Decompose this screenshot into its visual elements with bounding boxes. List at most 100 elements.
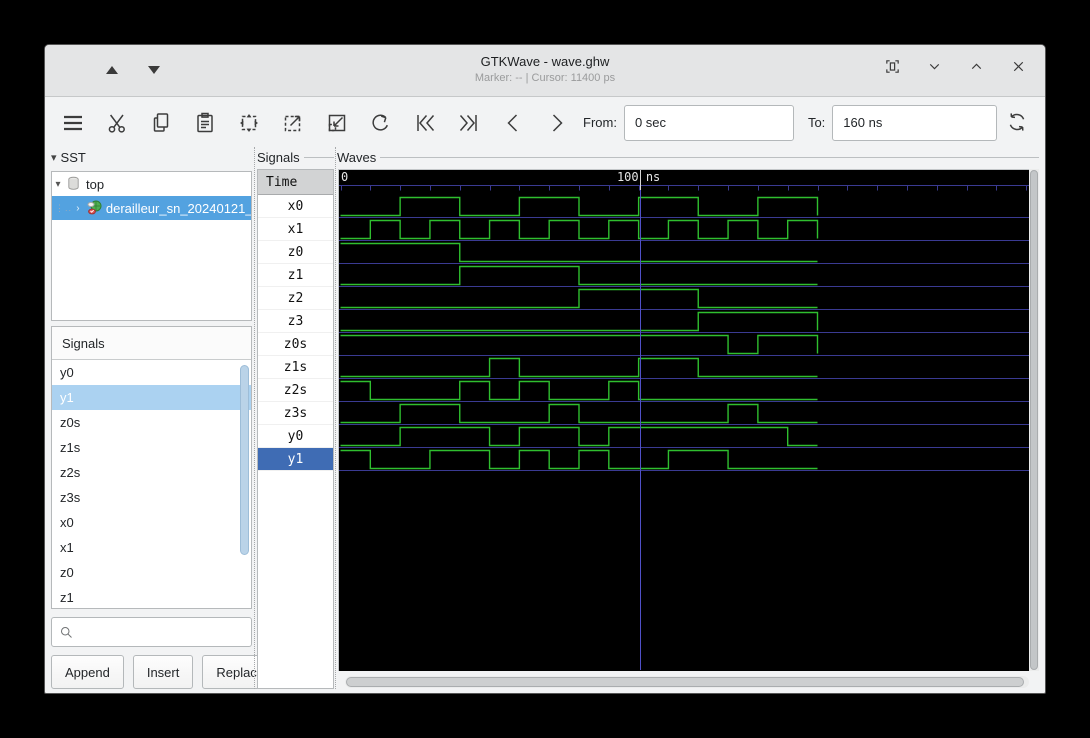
from-label: From: bbox=[583, 115, 617, 130]
chevron-right-icon[interactable]: › bbox=[72, 203, 84, 214]
trace-z1 bbox=[340, 265, 818, 286]
next-edge-icon[interactable] bbox=[545, 111, 569, 135]
signal-list-item-z1s[interactable]: z1s bbox=[52, 435, 251, 460]
frame-line bbox=[380, 156, 1039, 158]
signal-search bbox=[51, 617, 252, 647]
wave-name-y0[interactable]: y0 bbox=[258, 425, 333, 448]
signals-panel-header: Signals bbox=[52, 327, 251, 360]
time-header[interactable]: Time bbox=[258, 170, 333, 195]
signals-list: y0 y1 z0s z1s z2s z3s x0 x1 z0 z1 bbox=[52, 360, 251, 610]
zoom-out-icon[interactable] bbox=[325, 111, 349, 135]
wave-canvas[interactable]: 0 100 ns bbox=[338, 169, 1029, 671]
search-icon bbox=[61, 626, 72, 638]
sst-label: SST bbox=[60, 149, 86, 165]
wave-name-z2s[interactable]: z2s bbox=[258, 379, 333, 402]
signals-list-scrollbar[interactable] bbox=[240, 365, 249, 555]
toolbar-icon-group bbox=[45, 111, 569, 135]
reload-icon[interactable] bbox=[1005, 110, 1029, 134]
signal-list-item-y1[interactable]: y1 bbox=[52, 385, 251, 410]
wave-name-z0[interactable]: z0 bbox=[258, 241, 333, 264]
signal-list-item-z0s[interactable]: z0s bbox=[52, 410, 251, 435]
signal-list-item-y0[interactable]: y0 bbox=[52, 360, 251, 385]
sst-tree: ▾ top ⋮.. › derailleur_sn_20240121_ bbox=[51, 171, 252, 321]
trace-z2s bbox=[340, 380, 818, 401]
close-icon[interactable] bbox=[1007, 55, 1029, 77]
gtkwave-window: GTKWave - wave.ghw Marker: -- | Cursor: … bbox=[44, 44, 1046, 694]
wave-horizontal-scrollbar[interactable] bbox=[345, 676, 1029, 688]
wave-name-z1[interactable]: z1 bbox=[258, 264, 333, 287]
wave-names-box: Time x0 x1 z0 z1 z2 z3 z0s z1s z2s z3s y0 y1 bbox=[257, 169, 334, 689]
svg-text:100 ns: 100 ns bbox=[617, 170, 660, 184]
scrollbar-thumb[interactable] bbox=[346, 677, 1024, 687]
database-icon bbox=[66, 176, 82, 192]
search-input[interactable] bbox=[74, 618, 251, 646]
sidebar: ▾ SST ▾ top ⋮.. › derailleur_sn_20240121_ Si… bbox=[51, 147, 279, 693]
wave-name-x0[interactable]: x0 bbox=[258, 195, 333, 218]
wave-name-z2[interactable]: z2 bbox=[258, 287, 333, 310]
append-button[interactable]: Append bbox=[51, 655, 124, 689]
sst-header[interactable]: ▾ SST bbox=[51, 147, 252, 167]
wave-name-rows: x0 x1 z0 z1 z2 z3 z0s z1s z2s z3s y0 y1 bbox=[258, 195, 333, 471]
wave-name-x1[interactable]: x1 bbox=[258, 218, 333, 241]
trace-z3s bbox=[340, 403, 818, 424]
pane-splitter-left[interactable] bbox=[254, 147, 255, 689]
wave-name-z1s[interactable]: z1s bbox=[258, 356, 333, 379]
trace-z0 bbox=[340, 242, 818, 263]
titlebar: GTKWave - wave.ghw Marker: -- | Cursor: … bbox=[45, 45, 1045, 97]
undo-icon[interactable] bbox=[369, 111, 393, 135]
wave-vertical-scrollbar[interactable] bbox=[1029, 169, 1039, 671]
package-icon bbox=[86, 200, 102, 216]
tree-item-derailleur-sn-20240121-[interactable]: ⋮.. › derailleur_sn_20240121_ bbox=[52, 196, 251, 220]
frame-line bbox=[303, 156, 334, 158]
waves-panel: Waves 0 100 ns bbox=[337, 147, 1039, 689]
to-input[interactable] bbox=[832, 104, 998, 141]
insert-button[interactable]: Insert bbox=[132, 655, 194, 689]
go-end-icon[interactable] bbox=[457, 111, 481, 135]
cut-icon[interactable] bbox=[105, 111, 129, 135]
tree-item-label: derailleur_sn_20240121_ bbox=[105, 200, 251, 216]
chevron-down-icon: ▾ bbox=[51, 151, 57, 164]
menu-icon[interactable] bbox=[61, 111, 85, 135]
trace-z3 bbox=[340, 311, 819, 332]
signal-list-item-x0[interactable]: x0 bbox=[52, 510, 251, 535]
wave-name-z3s[interactable]: z3s bbox=[258, 402, 333, 425]
toolbar: From: To: bbox=[45, 98, 1045, 147]
chevron-down-icon[interactable]: ▾ bbox=[52, 179, 64, 190]
pane-splitter-right[interactable] bbox=[335, 147, 336, 689]
signal-list-item-z0[interactable]: z0 bbox=[52, 560, 251, 585]
go-start-icon[interactable] bbox=[413, 111, 437, 135]
wave-name-z0s[interactable]: z0s bbox=[258, 333, 333, 356]
wave-name-y1[interactable]: y1 bbox=[258, 448, 333, 471]
tree-item-top[interactable]: ▾ top bbox=[52, 172, 251, 196]
wave-names-frame-label: Signals bbox=[257, 149, 300, 165]
signal-list-item-z1[interactable]: z1 bbox=[52, 585, 251, 610]
to-label: To: bbox=[807, 115, 826, 130]
fit-window-icon[interactable] bbox=[881, 55, 903, 77]
signal-list-item-z2s[interactable]: z2s bbox=[52, 460, 251, 485]
wave-names-column: Signals Time x0 x1 z0 z1 z2 z3 z0s z1s z2s z3s y0 y… bbox=[257, 147, 334, 689]
trace-z2 bbox=[340, 288, 818, 309]
tree-item-label: top bbox=[86, 176, 105, 192]
waveform-traces: 0 100 ns bbox=[339, 170, 1029, 670]
action-buttons: Append Insert Replace bbox=[51, 655, 279, 689]
signal-list-item-x1[interactable]: x1 bbox=[52, 535, 251, 560]
prev-edge-icon[interactable] bbox=[501, 111, 525, 135]
signals-panel: Signals y0 y1 z0s z1s z2s z3s x0 x1 z0 z1 bbox=[51, 326, 252, 609]
svg-text:0: 0 bbox=[341, 170, 348, 184]
zoom-in-icon[interactable] bbox=[281, 111, 305, 135]
trace-y0 bbox=[340, 426, 818, 447]
paste-icon[interactable] bbox=[193, 111, 217, 135]
copy-icon[interactable] bbox=[149, 111, 173, 135]
trace-z1s bbox=[340, 357, 818, 378]
from-input[interactable] bbox=[623, 104, 794, 141]
maximize-icon[interactable] bbox=[965, 55, 987, 77]
trace-x0 bbox=[340, 196, 819, 217]
minimize-icon[interactable] bbox=[923, 55, 945, 77]
wave-name-z3[interactable]: z3 bbox=[258, 310, 333, 333]
scrollbar-thumb[interactable] bbox=[1030, 170, 1038, 670]
zoom-fit-icon[interactable] bbox=[237, 111, 261, 135]
trace-y1 bbox=[340, 449, 818, 470]
trace-x1 bbox=[340, 219, 819, 240]
tree-guide: ⋮.. bbox=[55, 202, 73, 213]
signal-list-item-z3s[interactable]: z3s bbox=[52, 485, 251, 510]
